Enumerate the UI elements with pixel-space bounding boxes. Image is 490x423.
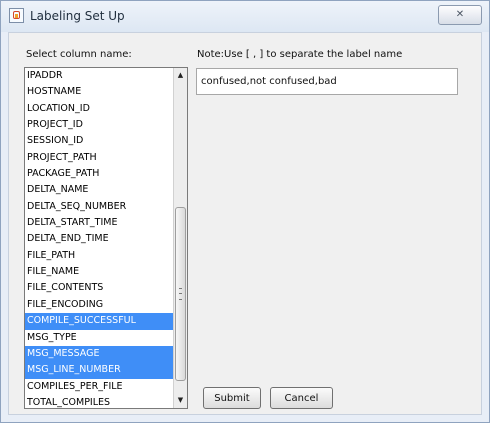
list-item[interactable]: LOCATION_ID <box>25 101 173 117</box>
label-names-input[interactable] <box>196 68 458 95</box>
java-cup-icon <box>9 8 24 23</box>
scroll-thumb[interactable] <box>175 207 186 381</box>
grip-icon <box>179 288 182 300</box>
list-item[interactable]: MSG_LINE_NUMBER <box>25 362 173 379</box>
list-item[interactable]: PROJECT_PATH <box>25 150 173 166</box>
scroll-down-button[interactable]: ▼ <box>174 393 187 408</box>
list-item[interactable]: DELTA_END_TIME <box>25 231 173 247</box>
list-item[interactable]: DELTA_START_TIME <box>25 215 173 231</box>
list-item[interactable]: SESSION_ID <box>25 133 173 149</box>
select-column-label: Select column name: <box>26 49 132 60</box>
submit-button[interactable]: Submit <box>203 387 261 409</box>
list-item[interactable]: IPADDR <box>25 68 173 84</box>
list-item[interactable]: COMPILE_SUCCESSFUL <box>25 313 173 330</box>
column-list-items: IPADDR HOSTNAME LOCATION_ID PROJECT_ID S… <box>25 68 173 408</box>
list-item[interactable]: DELTA_SEQ_NUMBER <box>25 199 173 215</box>
list-item[interactable]: DELTA_NAME <box>25 182 173 198</box>
list-item[interactable]: FILE_NAME <box>25 264 173 280</box>
list-item[interactable]: FILE_PATH <box>25 248 173 264</box>
list-item[interactable]: COMPILES_PER_FILE <box>25 379 173 395</box>
list-item[interactable]: MSG_MESSAGE <box>25 345 173 363</box>
list-item[interactable]: FILE_ENCODING <box>25 297 173 313</box>
list-item[interactable]: MSG_TYPE <box>25 330 173 346</box>
list-item[interactable]: HOSTNAME <box>25 84 173 100</box>
separator-note: Note:Use [ , ] to separate the label nam… <box>197 49 403 60</box>
list-scrollbar[interactable]: ▲ ▼ <box>173 68 187 408</box>
list-item[interactable]: FILE_CONTENTS <box>25 280 173 296</box>
scroll-up-button[interactable]: ▲ <box>174 68 187 83</box>
close-icon: ✕ <box>455 9 465 20</box>
list-item[interactable]: PROJECT_ID <box>25 117 173 133</box>
window-title: Labeling Set Up <box>30 9 125 23</box>
column-name-list[interactable]: IPADDR HOSTNAME LOCATION_ID PROJECT_ID S… <box>24 67 188 409</box>
cancel-button[interactable]: Cancel <box>270 387 333 409</box>
title-bar: Labeling Set Up ✕ <box>1 1 489 32</box>
list-item[interactable]: TOTAL_COMPILES <box>25 395 173 408</box>
list-item[interactable]: PACKAGE_PATH <box>25 166 173 182</box>
close-button[interactable]: ✕ <box>438 5 482 25</box>
